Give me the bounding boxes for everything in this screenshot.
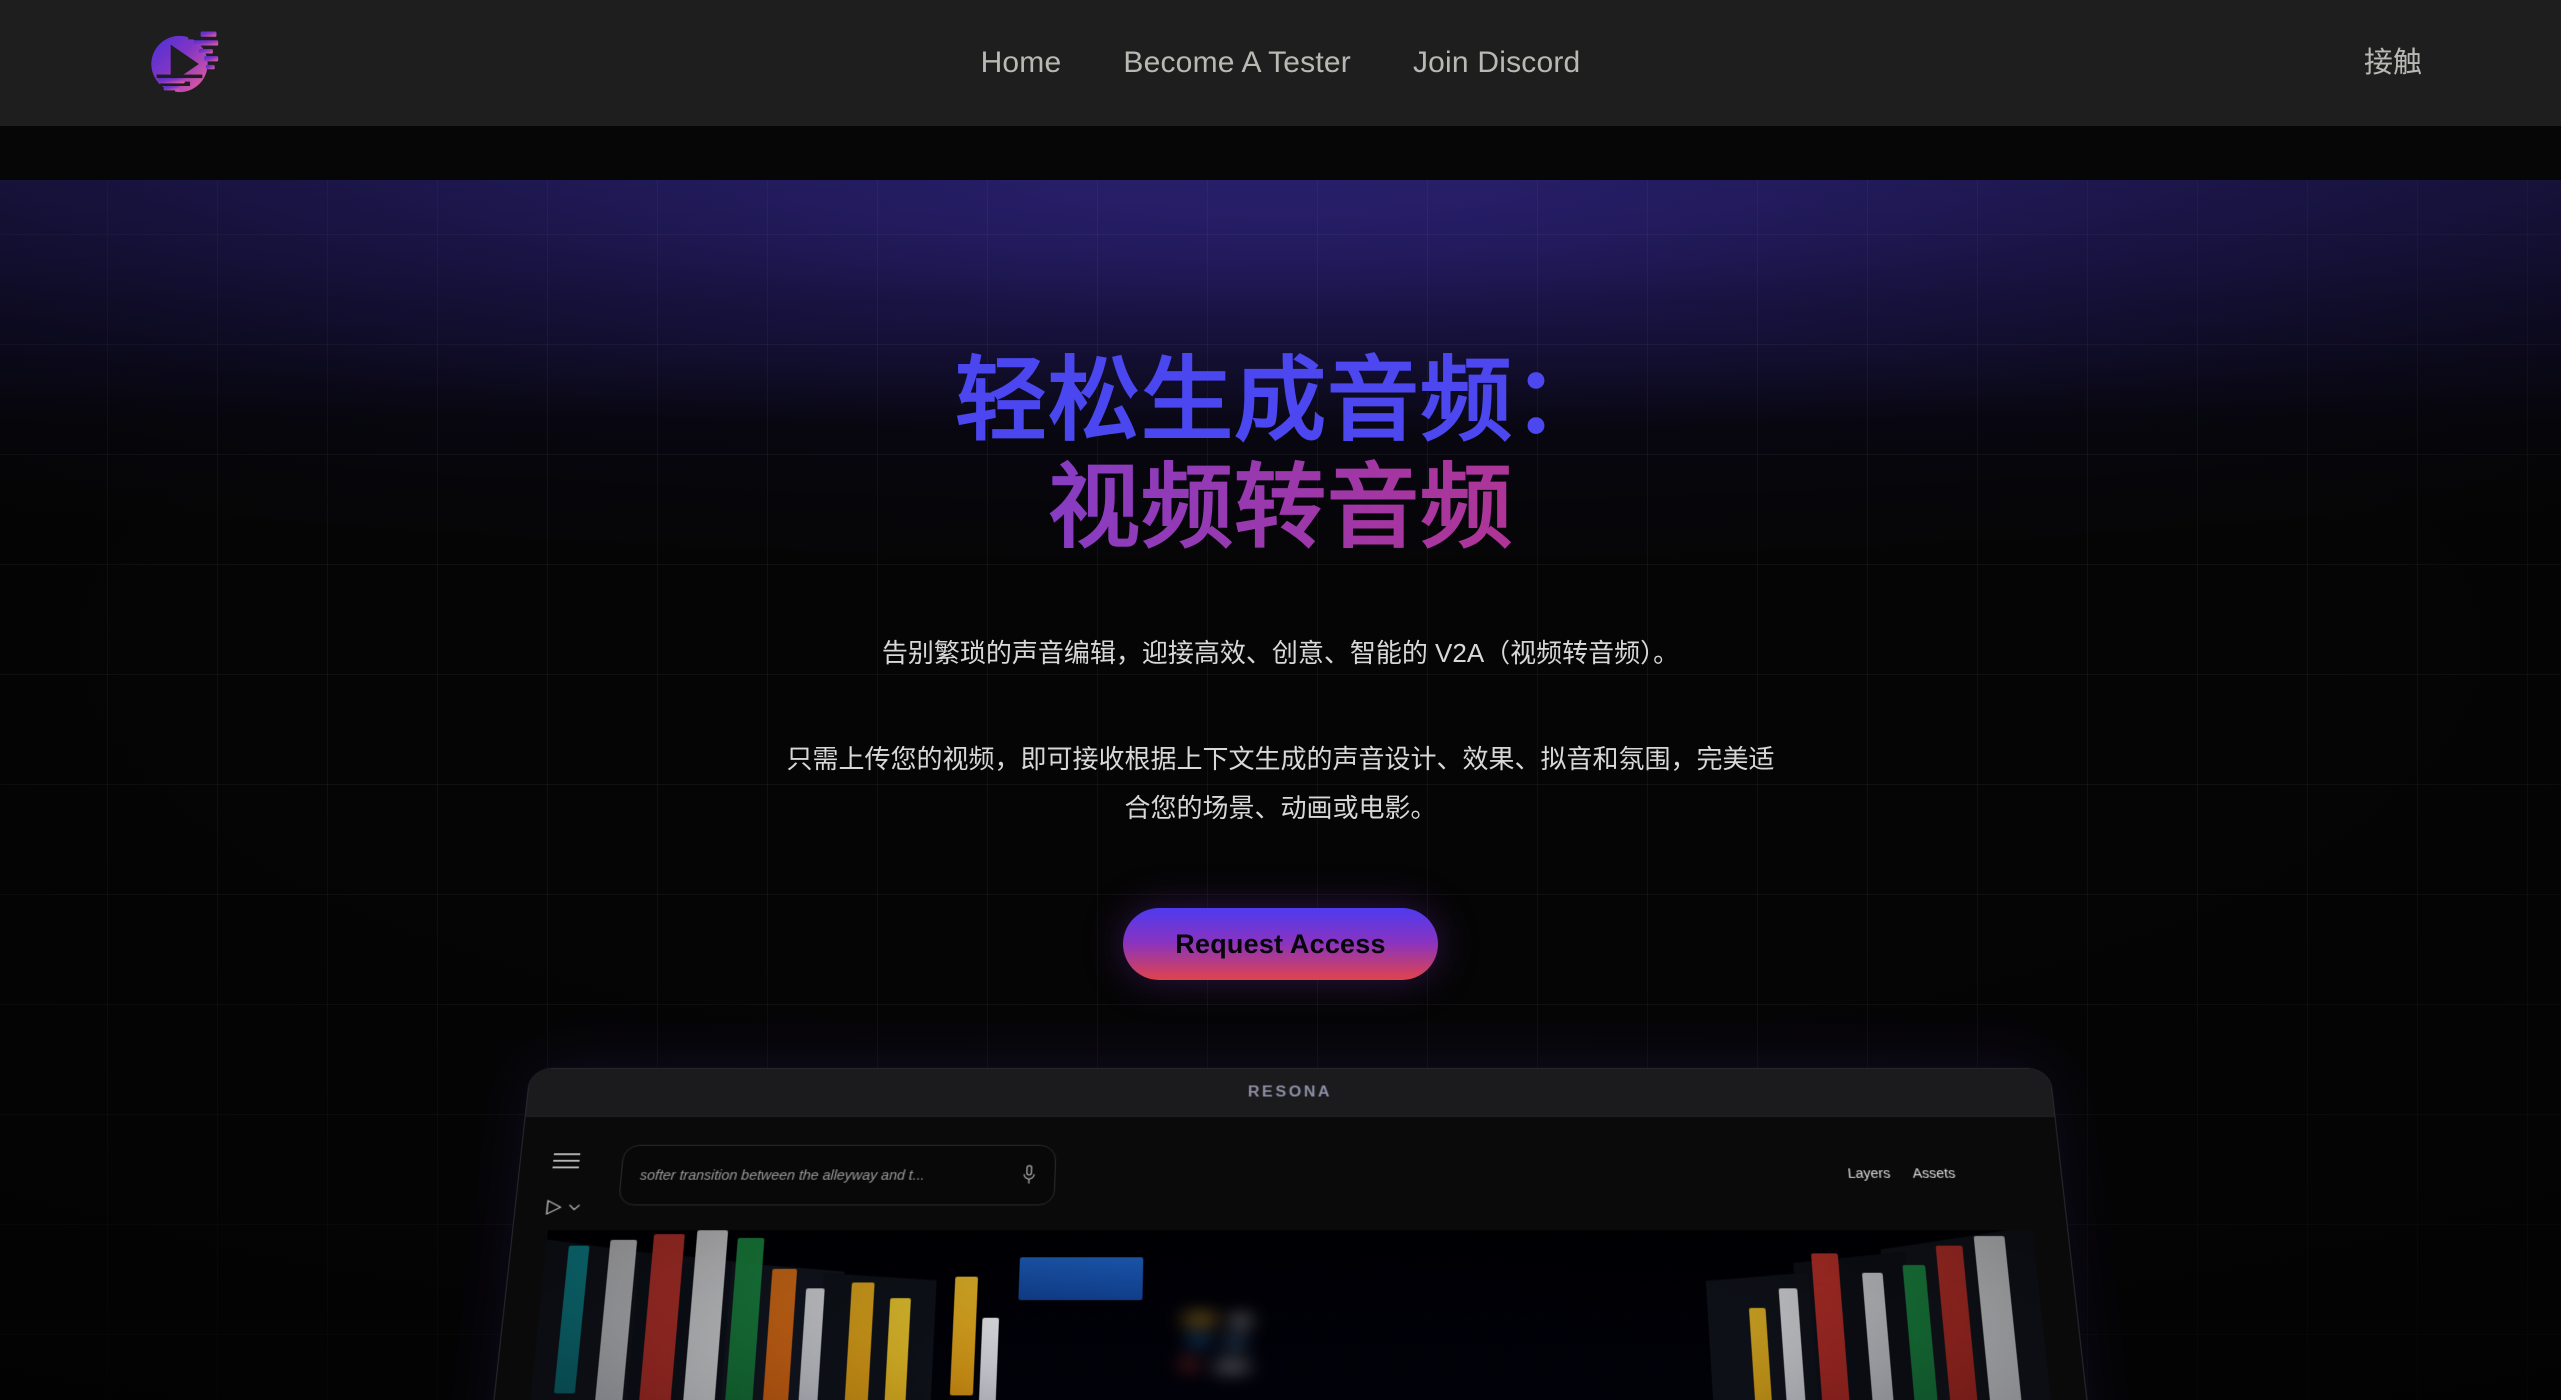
landing-page: Home Become A Tester Join Discord 接触 轻松生… [0,0,2561,1400]
prompt-input[interactable]: softer transition between the alleyway a… [617,1144,1057,1206]
page-title: 轻松生成音频： 视频转音频 [0,348,2561,561]
video-neon-sign [978,1317,1000,1400]
nav-link-join-discord[interactable]: Join Discord [1413,48,1580,78]
hamburger-menu-icon[interactable] [552,1152,581,1169]
video-neon-sign [1018,1257,1144,1301]
tab-assets[interactable]: Assets [1912,1166,1956,1181]
nav-link-become-a-tester[interactable]: Become A Tester [1123,48,1351,78]
hero-section: 轻松生成音频： 视频转音频 告别繁琐的声音编辑，迎接高效、创意、智能的 V2A（… [0,180,2561,1400]
request-access-button[interactable]: Request Access [1123,907,1438,980]
nav-spacer [0,126,2561,180]
hero-paragraph-2: 只需上传您的视频，即可接收根据上下文生成的声音设计、效果、拟音和氛围，完美适合您… [786,743,1775,824]
video-distant-glow [1212,1361,1252,1372]
play-triangle-icon [542,1198,564,1217]
app-panel-tabs: Layers Assets [1847,1166,1956,1181]
app-left-rail [537,1152,590,1216]
prompt-input-placeholder: softer transition between the alleyway a… [639,1167,926,1183]
app-window-title: RESONA [1247,1084,1333,1100]
hero-subcopy: 告别繁琐的声音编辑，迎接高效、创意、智能的 V2A（视频转音频）。 只需上传您的… [781,629,1781,833]
microphone-icon[interactable] [1022,1165,1037,1186]
headline-line-2: 视频转音频 [0,455,2561,562]
video-distant-glow [1178,1359,1200,1370]
video-distant-glow [1185,1335,1213,1346]
top-navigation-bar: Home Become A Tester Join Discord 接触 [0,0,2561,126]
play-tool-group[interactable] [542,1198,581,1217]
nav-contact-group: 接触 [2364,0,2422,126]
hero-content: 轻松生成音频： 视频转音频 告别繁琐的声音编辑，迎接高效、创意、智能的 V2A（… [0,180,2561,980]
video-distant-glow [1222,1337,1248,1348]
hero-cta-wrapper: Request Access [0,907,2561,980]
headline-line-1: 轻松生成音频： [0,348,2561,455]
app-body: softer transition between the alleyway a… [474,1116,2107,1400]
app-mockup-window: RESONA softer transition between the all… [473,1068,2108,1400]
primary-nav-links: Home Become A Tester Join Discord [0,0,2561,126]
nav-link-contact[interactable]: 接触 [2364,48,2422,78]
tab-layers[interactable]: Layers [1847,1166,1891,1181]
app-title-bar: RESONA [525,1068,2055,1117]
app-mockup-stage: RESONA softer transition between the all… [0,1068,2561,1400]
chevron-down-icon [568,1203,580,1211]
video-distant-glow [1181,1313,1219,1326]
nav-link-home[interactable]: Home [981,48,1062,78]
video-preview[interactable] [511,1230,2071,1400]
hero-paragraph-1: 告别繁琐的声音编辑，迎接高效、创意、智能的 V2A（视频转音频）。 [881,638,1680,669]
video-distant-glow [1229,1315,1253,1327]
